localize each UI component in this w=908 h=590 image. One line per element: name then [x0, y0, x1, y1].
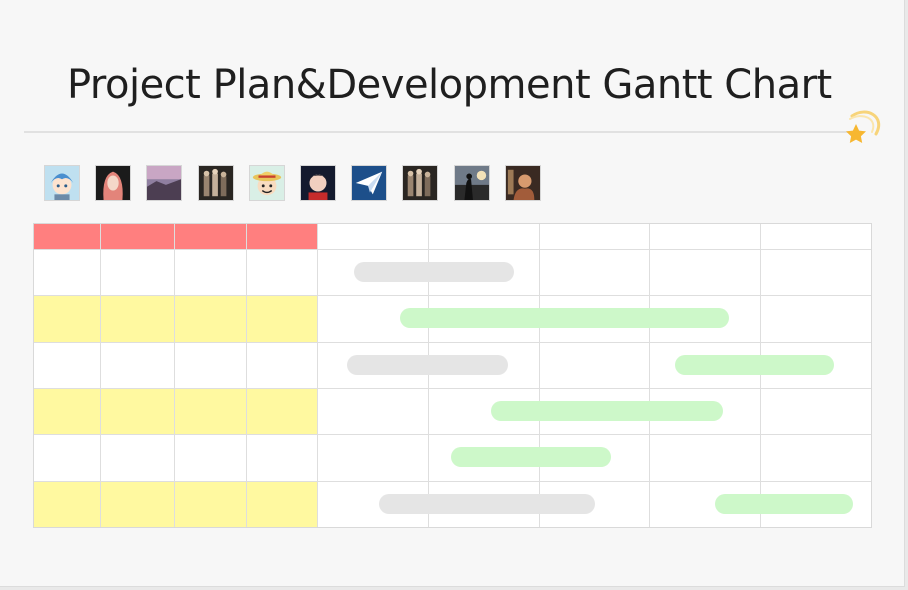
table-cell[interactable]: [246, 249, 317, 295]
title-divider: [24, 131, 854, 133]
page-title: Project Plan&Development Gantt Chart: [67, 62, 832, 108]
timeline-header-cell[interactable]: [428, 224, 539, 249]
gantt-task-bar[interactable]: [400, 308, 730, 329]
timeline-header-cell[interactable]: [317, 224, 428, 249]
avatar-paper-plane-icon[interactable]: [351, 165, 388, 201]
table-cell[interactable]: [34, 342, 100, 388]
star-icon: [846, 110, 880, 143]
grid-line-horizontal: [34, 387, 871, 389]
header-cell[interactable]: [100, 224, 174, 249]
grid-line-vertical: [246, 224, 247, 527]
avatar-silhouette-sunset-icon[interactable]: [453, 165, 490, 201]
table-cell[interactable]: [246, 388, 317, 434]
avatar-straw-hat-cartoon-icon[interactable]: [248, 165, 285, 201]
table-cell[interactable]: [174, 249, 246, 295]
header-cell[interactable]: [34, 224, 100, 249]
avatar-anime-blue-hair-icon[interactable]: [44, 165, 80, 201]
table-cell[interactable]: [246, 342, 317, 388]
grid-line-vertical: [760, 224, 762, 527]
grid-line-vertical: [100, 224, 101, 527]
table-cell[interactable]: [174, 481, 246, 527]
header-cell[interactable]: [174, 224, 246, 249]
table-cell[interactable]: [100, 434, 174, 480]
table-cell[interactable]: [34, 249, 100, 295]
table-cell[interactable]: [246, 434, 317, 480]
table-cell[interactable]: [174, 434, 246, 480]
table-cell[interactable]: [34, 481, 100, 527]
avatar-group-photo-icon[interactable]: [197, 165, 234, 201]
gantt-task-bar[interactable]: [674, 354, 835, 375]
gantt-grid: [33, 223, 872, 528]
grid-line-horizontal: [34, 249, 871, 250]
grid-line-horizontal: [34, 480, 871, 482]
gantt-task-bar[interactable]: [346, 354, 508, 375]
grid-line-horizontal: [34, 434, 871, 436]
grid-line-horizontal: [34, 341, 871, 343]
timeline-header-cell[interactable]: [649, 224, 760, 249]
table-cell[interactable]: [174, 342, 246, 388]
gantt-task-bar[interactable]: [353, 262, 515, 283]
grid-line-vertical: [538, 224, 540, 527]
table-cell[interactable]: [100, 295, 174, 341]
gantt-task-bar[interactable]: [714, 493, 854, 514]
avatar-pink-sky-icon[interactable]: [146, 165, 183, 201]
table-cell[interactable]: [34, 388, 100, 434]
table-cell[interactable]: [34, 295, 100, 341]
table-cell[interactable]: [100, 388, 174, 434]
gantt-task-bar[interactable]: [379, 493, 596, 514]
avatar-group-photo-icon[interactable]: [402, 165, 439, 201]
avatar-red-hair-girl-icon[interactable]: [95, 165, 132, 201]
avatar-dark-anime-icon[interactable]: [300, 165, 336, 201]
table-cell[interactable]: [174, 388, 246, 434]
header-cell[interactable]: [246, 224, 317, 249]
table-cell[interactable]: [246, 481, 317, 527]
table-cell[interactable]: [34, 434, 100, 480]
table-cell[interactable]: [246, 295, 317, 341]
gantt-task-bar[interactable]: [451, 447, 611, 468]
grid-line-horizontal: [34, 295, 871, 297]
grid-line-vertical: [649, 224, 651, 527]
table-cell[interactable]: [100, 481, 174, 527]
grid-line-vertical: [174, 224, 175, 527]
gantt-board: Project Plan&Development Gantt Chart: [0, 0, 905, 587]
table-cell[interactable]: [100, 249, 174, 295]
gantt-task-bar[interactable]: [490, 401, 723, 422]
table-cell[interactable]: [100, 342, 174, 388]
table-cell[interactable]: [174, 295, 246, 341]
avatar-warm-portrait-icon[interactable]: [504, 165, 541, 201]
timeline-header-cell[interactable]: [539, 224, 650, 249]
timeline-header-cell[interactable]: [760, 224, 871, 249]
grid-line-vertical: [317, 224, 318, 527]
